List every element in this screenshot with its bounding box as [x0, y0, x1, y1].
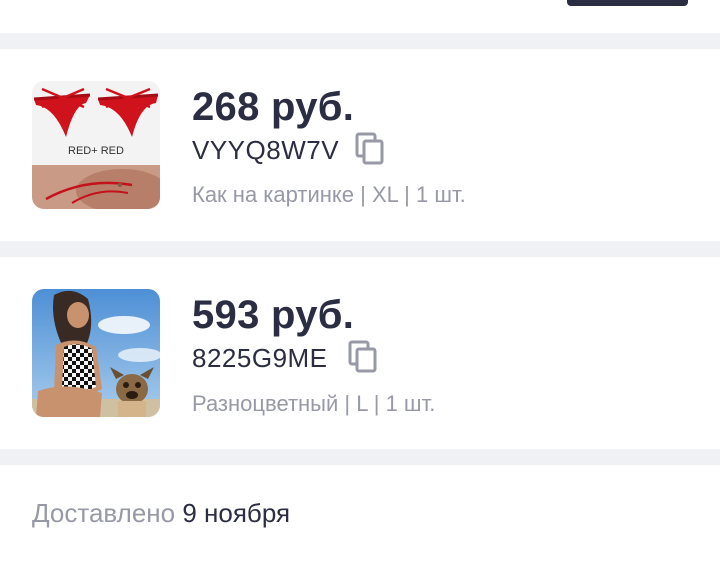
product-thumbnail[interactable]: RED+ RED [32, 81, 160, 209]
delivery-date: 9 ноября [182, 498, 291, 528]
order-item-card[interactable]: RED+ RED 268 руб. VYYQ8W7V Как на картин… [0, 49, 720, 241]
section-separator [0, 449, 720, 465]
copy-icon[interactable] [348, 340, 378, 374]
delivery-status: Доставлено 9 ноября [32, 500, 290, 526]
product-image-text: RED+ RED [68, 145, 124, 157]
top-action-button[interactable] [567, 0, 688, 6]
section-separator [0, 33, 720, 49]
section-separator [0, 241, 720, 257]
item-price: 593 руб. [192, 293, 355, 337]
item-code: VYYQ8W7V [192, 135, 340, 165]
product-photo-checkered-swimsuit-icon [32, 289, 160, 417]
top-bar [0, 0, 720, 33]
item-details: Разноцветный | L | 1 шт. [192, 391, 436, 416]
order-item-card[interactable]: 593 руб. 8225G9ME Разноцветный | L | 1 ш… [0, 257, 720, 449]
copy-icon[interactable] [355, 132, 385, 166]
product-thumbnail[interactable] [32, 289, 160, 417]
delivery-label: Доставлено [32, 498, 176, 528]
item-details: Как на картинке | XL | 1 шт. [192, 182, 466, 207]
item-code: 8225G9ME [192, 343, 328, 373]
item-price: 268 руб. [192, 85, 355, 129]
